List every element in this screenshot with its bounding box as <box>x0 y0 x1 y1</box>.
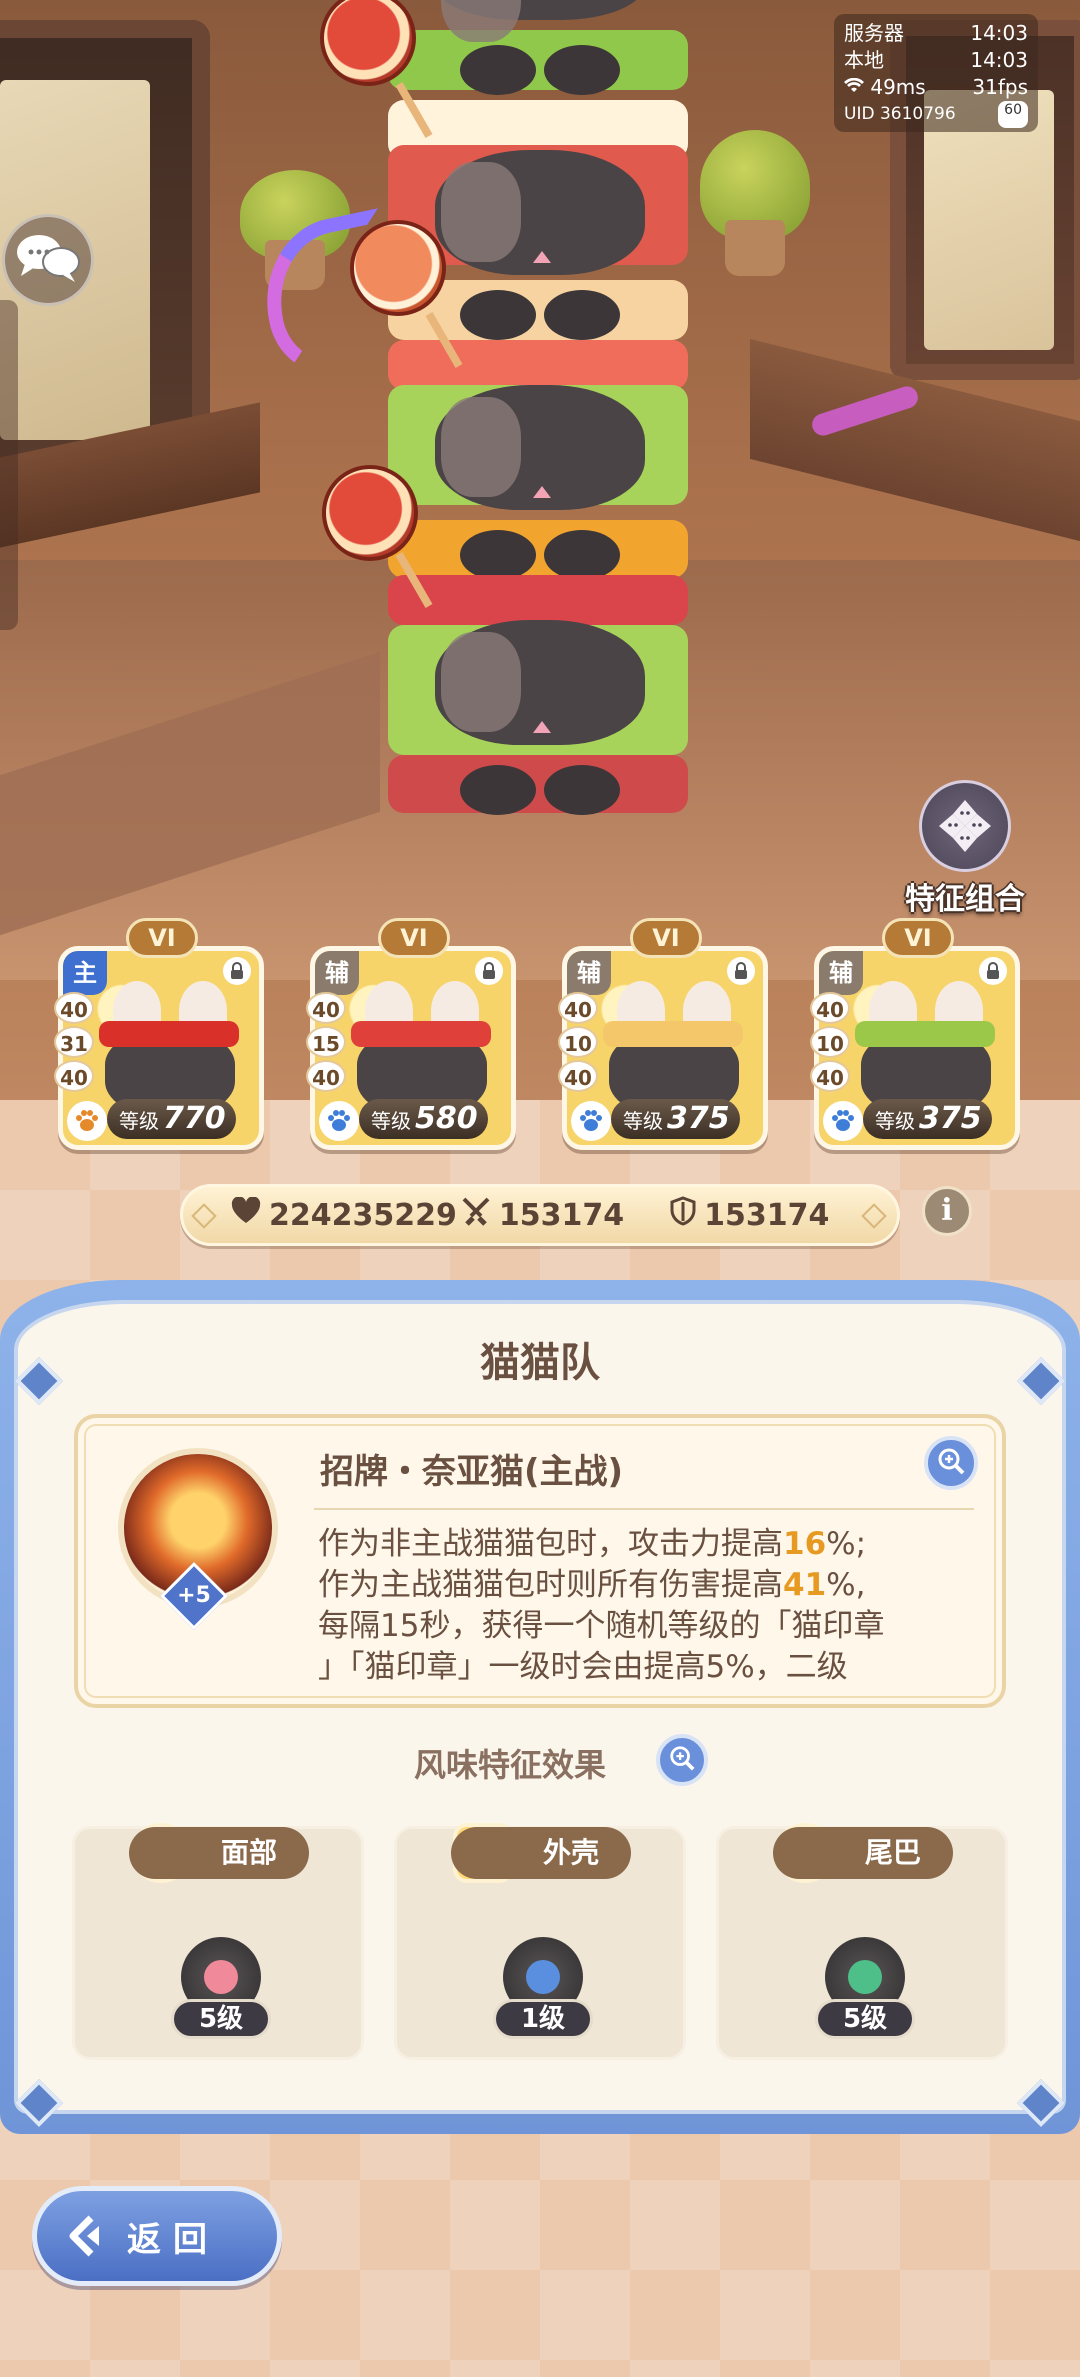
back-label: 返回 <box>127 2219 219 2260</box>
team-cards: VI 主 等级 770 40 31 40 VI 辅 等级 580 40 15 4… <box>54 918 1028 1150</box>
cat-body <box>435 150 645 275</box>
back-arrow-icon <box>61 2212 109 2260</box>
role-badge: 辅 <box>315 951 359 995</box>
flavor-zoom-button[interactable] <box>656 1734 708 1786</box>
stat-stack: 40 10 40 <box>558 992 598 1094</box>
trait-label: 面部 <box>129 1827 309 1879</box>
rank-badge: VI <box>378 918 450 958</box>
crossed-swords-icon <box>461 1196 491 1234</box>
trait-label: 外壳 <box>451 1827 631 1879</box>
level-value: 770 <box>163 1101 226 1136</box>
info-button[interactable]: i <box>922 1186 972 1236</box>
trait-card-tail[interactable]: 尾巴 5级 <box>716 1823 1008 2060</box>
battery-badge: 60 <box>998 101 1028 128</box>
role-badge: 辅 <box>819 951 863 995</box>
role-badge: 主 <box>63 951 107 995</box>
paw-icon <box>571 1101 611 1141</box>
attack-value: 153174 <box>498 1197 625 1233</box>
skill-zoom-button[interactable] <box>924 1436 978 1490</box>
defense-value: 153174 <box>704 1197 830 1233</box>
server-time: 14:03 <box>970 21 1028 45</box>
cat-body <box>435 620 645 745</box>
rank-badge: VI <box>882 918 954 958</box>
cat-faces-icon <box>919 780 1011 872</box>
team-power-bar: 224235229 153174 153174 <box>180 1184 900 1246</box>
cat-card[interactable]: VI 辅 等级 375 40 10 40 <box>810 918 1020 1150</box>
level-pill: 等级 580 <box>359 1099 488 1139</box>
network-status-panel: 服务器 14:03 本地 14:03 49ms 31fps UID 3610796 6… <box>834 14 1038 132</box>
paw-icon <box>319 1101 359 1141</box>
rank-badge: VI <box>126 918 198 958</box>
chat-button[interactable] <box>2 214 94 306</box>
cat-body <box>435 385 645 510</box>
feature-combo-label: 特征组合 <box>905 882 1025 917</box>
rank-badge: VI <box>630 918 702 958</box>
role-badge: 辅 <box>567 951 611 995</box>
trait-card-shell[interactable]: 外壳 1级 <box>394 1823 686 2060</box>
feature-combo-button[interactable]: 特征组合 <box>890 780 1040 918</box>
level-pill: 等级 375 <box>611 1099 740 1139</box>
ping-value: 49ms <box>870 75 926 99</box>
panel-title: 猫猫队 <box>480 1340 600 1386</box>
trait-level: 1级 <box>493 1999 593 2039</box>
side-drawer-handle[interactable] <box>0 300 18 630</box>
steak-skewer-icon <box>322 465 418 561</box>
server-label: 服务器 <box>844 21 904 45</box>
paw-icon <box>67 1101 107 1141</box>
magnifier-icon <box>936 1446 966 1480</box>
trait-card-face[interactable]: 面部 5级 <box>72 1823 364 2060</box>
wifi-icon <box>844 75 870 99</box>
level-pill: 等级 770 <box>107 1099 236 1139</box>
stat-stack: 40 31 40 <box>54 992 94 1094</box>
stat-stack: 40 15 40 <box>306 992 346 1094</box>
cat-stack[interactable] <box>320 0 700 830</box>
level-value: 375 <box>919 1101 982 1136</box>
heart-icon <box>231 1196 261 1233</box>
trait-label: 尾巴 <box>773 1827 953 1879</box>
back-button[interactable]: 返回 <box>32 2186 282 2286</box>
level-value: 580 <box>415 1101 478 1136</box>
trait-level: 5级 <box>815 1999 915 2039</box>
local-time: 14:03 <box>970 48 1028 72</box>
level-pill: 等级 375 <box>863 1099 992 1139</box>
chat-bubbles-icon <box>15 230 81 290</box>
cat-card[interactable]: VI 辅 等级 375 40 10 40 <box>558 918 768 1150</box>
flavor-traits: 面部 5级 外壳 1级 尾巴 5级 <box>72 1823 1008 2060</box>
local-label: 本地 <box>844 48 884 72</box>
uid-text: UID 3610796 <box>844 104 956 124</box>
hp-value: 224235229 <box>269 1197 457 1233</box>
shrimp-skewer-icon <box>350 220 446 316</box>
magnifier-icon <box>668 1744 696 1776</box>
skill-description: 作为非主战猫猫包时，攻击力提高16%; 作为主战猫猫包时则所有伤害提高41%, … <box>318 1526 885 1682</box>
cat-card[interactable]: VI 主 等级 770 40 31 40 <box>54 918 264 1150</box>
cat-body <box>435 0 645 42</box>
skill-name: 招牌・奈亚猫(主战) <box>320 1452 624 1492</box>
shield-icon <box>670 1196 696 1234</box>
trait-level: 5级 <box>171 1999 271 2039</box>
fps-value: 31fps <box>972 75 1028 99</box>
cat-card[interactable]: VI 辅 等级 580 40 15 40 <box>306 918 516 1150</box>
flavor-section-title: 风味特征效果 <box>413 1746 606 1784</box>
paw-icon <box>823 1101 863 1141</box>
stat-stack: 40 10 40 <box>810 992 850 1094</box>
level-value: 375 <box>667 1101 730 1136</box>
